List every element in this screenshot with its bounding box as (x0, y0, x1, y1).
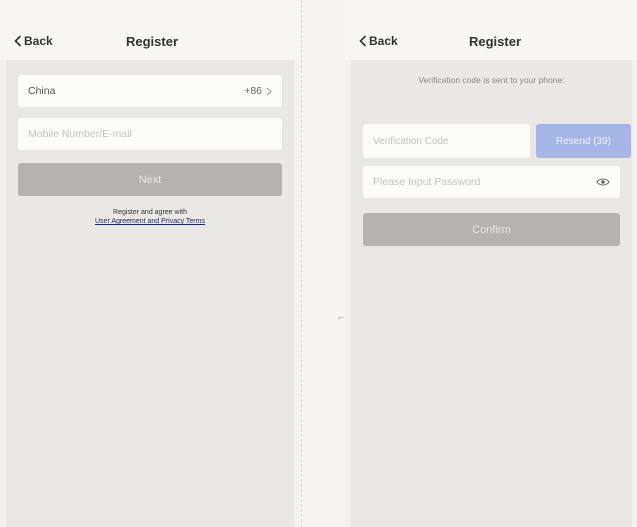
confirm-button[interactable]: Confirm (363, 213, 620, 246)
back-button[interactable]: Back (359, 34, 398, 48)
country-name: China (28, 85, 56, 97)
password-input[interactable]: Please Input Password (363, 166, 620, 198)
page-title: Register (126, 34, 179, 49)
back-label: Back (24, 34, 53, 48)
back-label: Back (369, 34, 398, 48)
back-button[interactable]: Back (14, 34, 53, 48)
mobile-email-placeholder: Mobile Number/E-mail (28, 128, 132, 140)
country-code-wrap: +86 (244, 85, 272, 97)
register-screen-left: Back Register China +86 Mobile Number/E-… (0, 0, 300, 527)
page-title: Register (469, 34, 522, 49)
password-placeholder: Please Input Password (373, 176, 481, 188)
next-button[interactable]: Next (18, 163, 282, 196)
resend-button[interactable]: Resend (39) (536, 124, 631, 158)
eye-icon[interactable] (596, 177, 610, 187)
panel-divider (300, 0, 345, 527)
chevron-left-icon (14, 35, 22, 47)
nav-header: Back Register (0, 0, 300, 60)
country-code: +86 (244, 85, 262, 97)
verification-code-input[interactable]: Verification Code (363, 124, 530, 158)
nav-header: Back Register (345, 0, 637, 60)
chevron-right-icon (266, 87, 272, 95)
terms-prefix: Register and agree with (113, 209, 187, 216)
mobile-email-input[interactable]: Mobile Number/E-mail (18, 118, 282, 150)
verification-info: Verification code is sent to your phone: (418, 75, 565, 85)
form-area: China +86 Mobile Number/E-mail Next Regi… (6, 60, 294, 527)
register-screen-right: Back Register Verification code is sent … (345, 0, 637, 527)
country-selector[interactable]: China +86 (18, 75, 282, 107)
chevron-left-icon (359, 35, 367, 47)
form-area: Verification code is sent to your phone:… (351, 60, 632, 527)
terms-link[interactable]: User Agreement and Privacy Terms (6, 217, 294, 226)
verification-code-placeholder: Verification Code (373, 135, 449, 147)
terms-notice: Register and agree with User Agreement a… (6, 208, 294, 226)
